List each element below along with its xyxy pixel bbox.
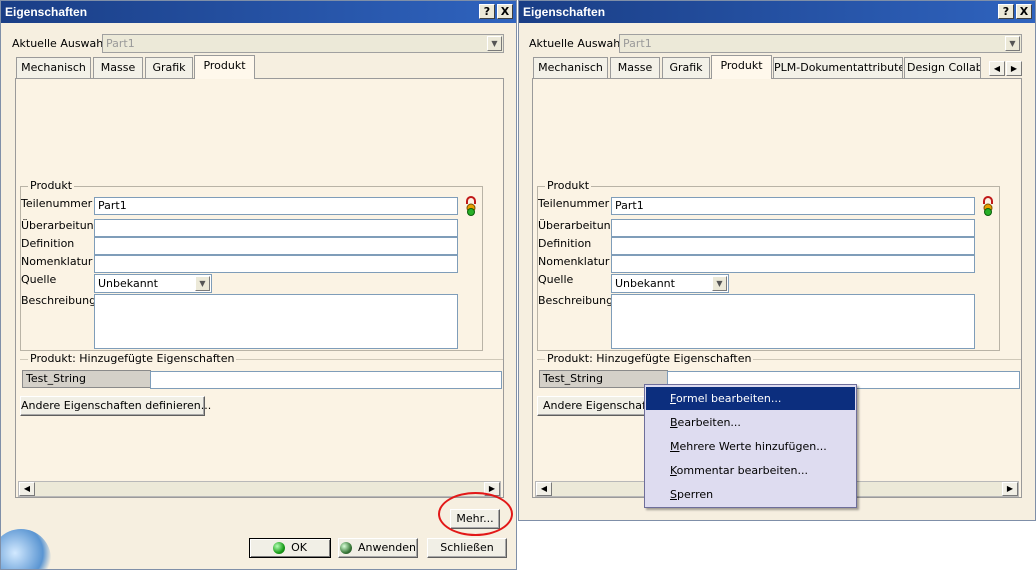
chevron-down-icon[interactable]: ▼ <box>195 276 210 291</box>
horizontal-scrollbar[interactable]: ◀ ▶ <box>18 481 501 497</box>
green-dot-icon <box>340 542 353 554</box>
apply-label: Anwenden <box>358 541 416 554</box>
menu-item-formel-bearbeiten[interactable]: Formel bearbeiten... <box>646 387 855 410</box>
menu-item-mehrere-werte[interactable]: Mehrere Werte hinzufügen... <box>646 435 855 458</box>
teilenummer-field[interactable]: Part1 <box>94 197 458 215</box>
ueberarbeitung-field[interactable] <box>611 219 975 237</box>
quelle-label: Quelle <box>538 273 574 286</box>
selection-label: Aktuelle Auswahl: <box>529 37 628 50</box>
annotation-circle <box>438 492 513 536</box>
define-properties-button[interactable]: Andere Eigenschaften definieren... <box>20 396 211 416</box>
menu-item-bearbeiten[interactable]: Bearbeiten... <box>646 411 855 434</box>
test-string-name[interactable]: Test_String <box>22 370 151 388</box>
tab-panel: Produkt Teilenummer Part1 Überarbeitung … <box>15 78 504 498</box>
scroll-right-icon[interactable]: ▶ <box>1002 482 1018 496</box>
quelle-label: Quelle <box>21 273 57 286</box>
tab-grafik[interactable]: Grafik <box>662 57 710 78</box>
ok-label: OK <box>291 541 307 554</box>
scroll-left-icon[interactable]: ◀ <box>536 482 552 496</box>
quelle-dropdown[interactable]: Unbekannt ▼ <box>611 274 729 293</box>
quelle-value: Unbekannt <box>615 277 675 290</box>
dialog-title: Eigenschaften <box>519 1 1035 23</box>
selection-label: Aktuelle Auswahl: <box>12 37 111 50</box>
quelle-value: Unbekannt <box>98 277 158 290</box>
dialog-title: Eigenschaften <box>1 1 516 23</box>
ueberarbeitung-label: Überarbeitung <box>538 219 618 232</box>
beschreibung-field[interactable] <box>611 294 975 349</box>
scroll-left-icon[interactable]: ◀ <box>19 482 35 496</box>
beschreibung-label: Beschreibung <box>538 294 614 307</box>
lock-status-icon[interactable] <box>981 196 995 216</box>
tab-design-collaboration[interactable]: Design Collabor <box>904 57 981 78</box>
produkt-group-title: Produkt <box>28 179 75 192</box>
tab-mechanisch[interactable]: Mechanisch <box>533 57 608 78</box>
menu-item-kommentar-bearbeiten[interactable]: Kommentar bearbeiten... <box>646 459 855 482</box>
nomenklatur-field[interactable] <box>611 255 975 273</box>
teilenummer-label: Teilenummer <box>538 197 610 210</box>
tab-scroll-right-icon[interactable]: ▶ <box>1006 61 1022 76</box>
ueberarbeitung-label: Überarbeitung <box>21 219 101 232</box>
green-dot-icon <box>273 542 286 554</box>
teilenummer-label: Teilenummer <box>21 197 93 210</box>
selection-value: Part1 <box>623 37 652 50</box>
selection-combo[interactable]: Part1 ▼ <box>102 34 504 53</box>
ok-button[interactable]: OK <box>249 538 331 558</box>
beschreibung-label: Beschreibung <box>21 294 97 307</box>
definition-field[interactable] <box>611 237 975 255</box>
lock-status-icon[interactable] <box>464 196 478 216</box>
apply-button[interactable]: Anwenden <box>338 538 418 558</box>
selection-value: Part1 <box>106 37 135 50</box>
quelle-dropdown[interactable]: Unbekannt ▼ <box>94 274 212 293</box>
definition-label: Definition <box>538 237 592 250</box>
logo-globe-icon <box>1 529 51 569</box>
context-menu: Formel bearbeiten... Bearbeiten... Mehre… <box>644 384 857 508</box>
beschreibung-field[interactable] <box>94 294 458 349</box>
produkt-group-title: Produkt <box>545 179 592 192</box>
tab-masse[interactable]: Masse <box>610 57 660 78</box>
tab-scroll-left-icon[interactable]: ◀ <box>989 61 1005 76</box>
close-button[interactable]: X <box>1016 4 1032 19</box>
definition-field[interactable] <box>94 237 458 255</box>
selection-combo[interactable]: Part1 ▼ <box>619 34 1022 53</box>
close-button[interactable]: X <box>497 4 513 19</box>
chevron-down-icon[interactable]: ▼ <box>712 276 727 291</box>
added-group-title: Produkt: Hinzugefügte Eigenschaften <box>28 352 237 365</box>
nomenklatur-label: Nomenklatur <box>21 255 93 268</box>
tab-mechanisch[interactable]: Mechanisch <box>16 57 91 78</box>
tab-grafik[interactable]: Grafik <box>145 57 193 78</box>
help-button[interactable]: ? <box>479 4 495 19</box>
close-dialog-button[interactable]: Schließen <box>427 538 507 558</box>
chevron-down-icon[interactable]: ▼ <box>1005 36 1020 51</box>
tab-plm-dokumentattribute[interactable]: PLM-Dokumentattribute <box>773 57 903 78</box>
test-string-value[interactable] <box>150 371 502 389</box>
ueberarbeitung-field[interactable] <box>94 219 458 237</box>
added-group-title: Produkt: Hinzugefügte Eigenschaften <box>545 352 754 365</box>
tab-produkt[interactable]: Produkt <box>194 55 255 79</box>
nomenklatur-label: Nomenklatur <box>538 255 610 268</box>
properties-dialog-left: Eigenschaften ? X Aktuelle Auswahl: Part… <box>0 0 517 570</box>
chevron-down-icon[interactable]: ▼ <box>487 36 502 51</box>
tab-produkt[interactable]: Produkt <box>711 55 772 79</box>
teilenummer-field[interactable]: Part1 <box>611 197 975 215</box>
tab-masse[interactable]: Masse <box>93 57 143 78</box>
menu-item-sperren[interactable]: Sperren <box>646 483 855 506</box>
definition-label: Definition <box>21 237 75 250</box>
help-button[interactable]: ? <box>998 4 1014 19</box>
nomenklatur-field[interactable] <box>94 255 458 273</box>
